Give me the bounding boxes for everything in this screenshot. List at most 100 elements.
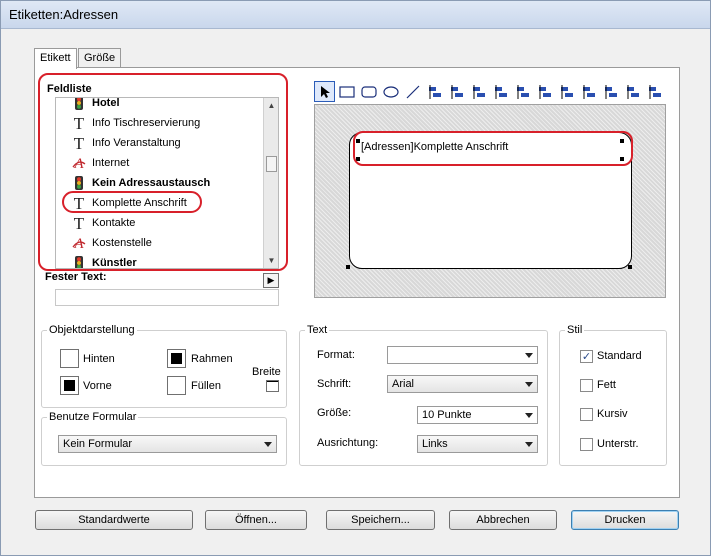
field-list-scrollbar[interactable]: ▲ ▼ — [263, 98, 278, 268]
card-handle-bl[interactable] — [346, 265, 350, 269]
traffic-light-icon — [70, 254, 88, 268]
link-a-icon: A — [70, 154, 88, 172]
format-label: Format: — [317, 349, 355, 361]
oeffnen-button[interactable]: Öffnen... — [205, 510, 307, 530]
send-back-icon[interactable] — [622, 81, 643, 102]
stil-checkbox[interactable]: ✓ — [580, 350, 593, 363]
stil-option-label: Unterstr. — [597, 438, 639, 450]
abbrechen-button[interactable]: Abbrechen — [449, 510, 557, 530]
ausrichtung-label: Ausrichtung: — [317, 437, 379, 449]
tab-groesse[interactable]: Größe — [78, 48, 122, 68]
bring-front-icon[interactable] — [600, 81, 621, 102]
groesse-select[interactable]: 10 Punkte — [417, 406, 538, 424]
formular-value: Kein Formular — [63, 438, 133, 450]
groesse-label: Größe: — [317, 407, 352, 419]
format-select[interactable] — [387, 346, 538, 364]
title-bar[interactable]: Etiketten:Adressen — [1, 1, 710, 29]
breite-line-icon[interactable] — [266, 380, 279, 392]
align-left-icon[interactable] — [424, 81, 445, 102]
standardwerte-button[interactable]: Standardwerte — [35, 510, 193, 530]
field-list-item[interactable]: T Kontakte — [70, 213, 136, 233]
field-list-item-label: Internet — [92, 157, 130, 169]
svg-text:T: T — [74, 115, 85, 131]
distribute-v-icon[interactable] — [578, 81, 599, 102]
schrift-select[interactable]: Arial — [387, 375, 538, 393]
fester-text-input[interactable] — [55, 289, 279, 306]
vorne-label: Vorne — [83, 380, 112, 392]
field-list-item[interactable]: Kein Adressaustausch — [70, 173, 210, 193]
card-handle-br[interactable] — [628, 265, 632, 269]
speichern-button[interactable]: Speichern... — [326, 510, 435, 530]
chevron-down-icon — [525, 382, 533, 387]
chevron-down-icon — [264, 442, 272, 447]
field-list-item[interactable]: A Kostenstelle — [70, 233, 152, 253]
scroll-up-icon[interactable]: ▲ — [264, 98, 278, 113]
align-top-icon[interactable] — [490, 81, 511, 102]
formular-title: Benutze Formular — [47, 411, 139, 423]
window-title: Etiketten:Adressen — [9, 7, 119, 22]
schrift-label: Schrift: — [317, 378, 352, 390]
text-t-icon: T — [70, 114, 88, 132]
svg-text:A: A — [73, 236, 84, 251]
link-a-icon: A — [70, 234, 88, 252]
breite-label: Breite — [252, 366, 281, 378]
stil-checkbox[interactable] — [580, 379, 593, 392]
field-list-item-label: Hotel — [92, 97, 120, 109]
field-list-item[interactable]: A Internet — [70, 153, 129, 173]
stil-checkbox[interactable] — [580, 408, 593, 421]
drucken-button[interactable]: Drucken — [571, 510, 679, 530]
field-list-item-label: Kontakte — [92, 217, 136, 229]
ausrichtung-select[interactable]: Links — [417, 435, 538, 453]
hinten-swatch[interactable] — [60, 349, 79, 368]
field-list-item[interactable]: Künstler — [70, 253, 137, 269]
tab-etikett[interactable]: Etikett — [34, 48, 77, 69]
line-icon[interactable] — [402, 81, 423, 102]
ausrichtung-value: Links — [422, 438, 448, 450]
field-list-item-label: Info Veranstaltung — [92, 137, 181, 149]
chevron-down-icon — [525, 353, 533, 358]
feldliste-title: Feldliste — [47, 83, 92, 95]
rahmen-swatch[interactable] — [167, 349, 186, 368]
fuellen-swatch[interactable] — [167, 376, 186, 395]
stil-option-label: Standard — [597, 350, 642, 362]
distribute-h-icon[interactable] — [556, 81, 577, 102]
stil-title: Stil — [565, 324, 585, 336]
stil-option-label: Kursiv — [597, 408, 628, 420]
field-list-item[interactable]: Hotel — [70, 97, 120, 113]
align-bottom-icon[interactable] — [534, 81, 555, 102]
svg-text:A: A — [73, 156, 84, 171]
vorne-swatch[interactable] — [60, 376, 79, 395]
scroll-thumb[interactable] — [266, 156, 277, 172]
insert-text-button[interactable]: ▶ — [263, 273, 279, 288]
selected-field-highlight — [62, 191, 202, 213]
hinten-label: Hinten — [83, 353, 115, 365]
stil-option-label: Fett — [597, 379, 616, 391]
svg-text:T: T — [74, 215, 85, 231]
checkmark-icon: ✓ — [581, 351, 592, 363]
pointer-icon[interactable] — [314, 81, 335, 102]
scroll-down-icon[interactable]: ▼ — [264, 253, 278, 268]
formular-select[interactable]: Kein Formular — [58, 435, 277, 453]
text-group-title: Text — [305, 324, 330, 336]
field-list-item[interactable]: T Info Tischreservierung — [70, 113, 200, 133]
field-list[interactable]: Hotel T Info Tischreservierung T Info Verans… — [55, 97, 279, 269]
fuellen-label: Füllen — [191, 380, 221, 392]
align-hcenter-icon[interactable] — [446, 81, 467, 102]
rectangle-icon[interactable] — [336, 81, 357, 102]
fester-text-label: Fester Text: — [45, 271, 107, 283]
dialog-window: Etiketten:Adressen Etikett Größe Feldlis… — [0, 0, 711, 556]
stil-checkbox[interactable] — [580, 438, 593, 451]
canvas-field-highlight — [353, 131, 633, 166]
field-list-item-label: Kostenstelle — [92, 237, 152, 249]
ellipse-icon[interactable] — [380, 81, 401, 102]
svg-text:T: T — [74, 135, 85, 151]
traffic-light-icon — [70, 174, 88, 192]
align-right-icon[interactable] — [468, 81, 489, 102]
chevron-down-icon — [525, 442, 533, 447]
schrift-value: Arial — [392, 378, 415, 390]
group-icon[interactable] — [644, 81, 665, 102]
rounded-rectangle-icon[interactable] — [358, 81, 379, 102]
field-list-item-label: Künstler — [92, 257, 137, 269]
align-vcenter-icon[interactable] — [512, 81, 533, 102]
field-list-item[interactable]: T Info Veranstaltung — [70, 133, 181, 153]
